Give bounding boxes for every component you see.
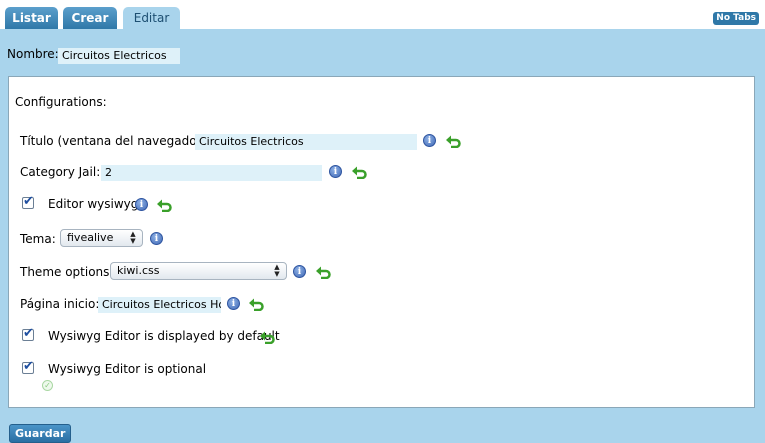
tema-select-value: fivealive <box>67 231 114 244</box>
titulo-info-icon[interactable]: i <box>423 134 436 147</box>
category-jail-field[interactable]: 2 <box>101 165 322 181</box>
tema-label: Tema: <box>20 232 56 246</box>
category-jail-label: Category Jail: <box>20 165 101 179</box>
titulo-label: Título (ventana del navegador): <box>20 134 211 148</box>
nombre-label: Nombre: <box>7 47 59 61</box>
category-jail-reset-icon[interactable] <box>351 165 367 179</box>
theme-options-select-value: kiwi.css <box>117 264 160 277</box>
pagina-inicio-label: Página inicio: <box>20 297 100 311</box>
tab-crear[interactable]: Crear <box>63 7 117 29</box>
configurations-title: Configurations: <box>15 95 107 109</box>
category-jail-info-icon[interactable]: i <box>329 165 342 178</box>
select-arrows-icon: ▲ ▼ <box>274 263 280 278</box>
tab-listar[interactable]: Listar <box>5 7 58 29</box>
check-circle-icon: ✓ <box>42 380 53 391</box>
wysiwyg-optional-checkbox[interactable] <box>22 359 34 374</box>
theme-options-label: Theme options: <box>20 265 114 279</box>
tema-select[interactable]: fivealive ▲ ▼ <box>60 229 143 247</box>
no-tabs-button[interactable]: No Tabs <box>713 12 759 25</box>
tema-info-icon[interactable]: i <box>150 232 163 245</box>
theme-options-select[interactable]: kiwi.css ▲ ▼ <box>110 262 287 280</box>
select-arrows-icon: ▲ ▼ <box>130 230 136 245</box>
wysiwyg-default-label: Wysiwyg Editor is displayed by default <box>48 329 280 343</box>
titulo-field[interactable]: Circuitos Electricos <box>195 134 417 150</box>
editor-wysiwyg-label: Editor wysiwyg <box>48 197 139 211</box>
editor-wysiwyg-checkbox[interactable] <box>22 194 34 209</box>
tab-editar[interactable]: Editar <box>123 7 180 30</box>
theme-options-reset-icon[interactable] <box>315 265 331 279</box>
editor-wysiwyg-reset-icon[interactable] <box>156 198 172 212</box>
wysiwyg-optional-label: Wysiwyg Editor is optional <box>48 362 207 376</box>
wysiwyg-default-reset-icon[interactable] <box>259 330 275 344</box>
titulo-reset-icon[interactable] <box>445 134 461 148</box>
wysiwyg-default-checkbox[interactable] <box>22 326 34 341</box>
nombre-field[interactable]: Circuitos Electricos <box>58 48 180 64</box>
save-button[interactable]: Guardar <box>9 424 72 443</box>
configurations-box: Configurations: Título (ventana del nave… <box>8 76 755 408</box>
pagina-inicio-field[interactable]: Circuitos Electricos Ho <box>98 297 221 313</box>
editor-wysiwyg-info-icon[interactable]: i <box>135 198 148 211</box>
pagina-inicio-reset-icon[interactable] <box>248 297 264 311</box>
theme-options-info-icon[interactable]: i <box>293 265 306 278</box>
pagina-inicio-info-icon[interactable]: i <box>227 297 240 310</box>
